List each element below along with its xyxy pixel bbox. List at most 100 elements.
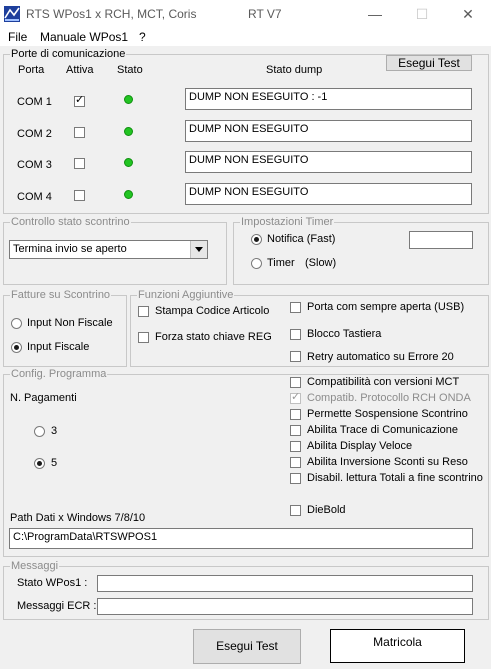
diebold-checkbox[interactable] xyxy=(290,505,301,516)
menu-bar: File Manuale WPos1 ? xyxy=(0,29,491,46)
port-active-checkbox-com4[interactable] xyxy=(74,190,85,201)
input-non-fiscal-label: Input Non Fiscale xyxy=(27,317,113,329)
opt-trace-checkbox[interactable] xyxy=(290,425,301,436)
opt-display-checkbox[interactable] xyxy=(290,441,301,452)
dump-text-com2: DUMP NON ESEGUITO xyxy=(189,123,309,135)
col-header-port: Porta xyxy=(18,64,45,76)
opt-display-label: Abilita Display Veloce xyxy=(307,440,413,452)
opt-mct-checkbox[interactable] xyxy=(290,377,301,388)
opt-inversione-label: Abilita Inversione Sconti su Reso xyxy=(307,456,468,468)
maximize-button[interactable]: ☐ xyxy=(399,0,445,29)
dump-field-com3[interactable]: DUMP NON ESEGUITO xyxy=(185,151,472,173)
close-button[interactable]: ✕ xyxy=(445,0,491,29)
port-name-com2: COM 2 xyxy=(17,128,52,140)
forza-stato-label: Forza stato chiave REG xyxy=(155,331,272,343)
path-label: Path Dati x Windows 7/8/10 xyxy=(10,512,146,524)
menu-file[interactable]: File xyxy=(8,30,27,44)
payments-3-label: 3 xyxy=(51,425,58,437)
invoices-legend: Fatture su Scontrino xyxy=(10,289,112,301)
stampa-codice-label: Stampa Codice Articolo xyxy=(155,305,270,317)
path-input[interactable]: C:\ProgramData\RTSWPOS1 xyxy=(9,528,473,549)
messages-legend: Messaggi xyxy=(10,560,60,572)
status-wpos-field[interactable] xyxy=(97,575,473,592)
minimize-button[interactable]: — xyxy=(352,0,398,29)
ports-legend: Porte di comunicazione xyxy=(10,48,127,60)
dump-field-com1[interactable]: DUMP NON ESEGUITO : -1 xyxy=(185,88,472,110)
window-title: RTS WPos1 x RCH, MCT, Coris xyxy=(26,7,197,21)
opt-totali-checkbox[interactable] xyxy=(290,473,301,484)
serial-number-box: Matricola xyxy=(330,629,465,663)
messages-ecr-label: Messaggi ECR : xyxy=(17,600,97,612)
serial-number-label: Matricola xyxy=(373,635,422,649)
timer-value-input[interactable] xyxy=(409,231,473,249)
timer-slow-suffix: (Slow) xyxy=(305,257,337,269)
retry-label: Retry automatico su Errore 20 xyxy=(307,351,454,363)
chevron-down-icon xyxy=(195,247,203,252)
porta-aperta-checkbox[interactable] xyxy=(290,302,301,313)
payments-label: N. Pagamenti xyxy=(10,392,77,404)
timer-fast-radio[interactable] xyxy=(251,234,262,245)
status-led-com1 xyxy=(124,95,133,104)
status-led-com3 xyxy=(124,158,133,167)
port-name-com3: COM 3 xyxy=(17,159,52,171)
status-led-com4 xyxy=(124,190,133,199)
config-legend: Config. Programma xyxy=(10,368,108,380)
maximize-icon: ☐ xyxy=(415,6,429,22)
app-logo-icon xyxy=(4,6,20,22)
title-bar: RTS WPos1 x RCH, MCT, Coris RT V7 — ☐ ✕ xyxy=(0,0,491,29)
opt-sospensione-label: Permette Sospensione Scontrino xyxy=(307,408,468,420)
opt-inversione-checkbox[interactable] xyxy=(290,457,301,468)
col-header-active: Attiva xyxy=(66,64,94,76)
receipt-control-legend: Controllo stato scontrino xyxy=(10,216,131,228)
window-version: RT V7 xyxy=(248,7,282,21)
status-wpos-label: Stato WPos1 : xyxy=(17,577,88,589)
messages-ecr-field[interactable] xyxy=(97,598,473,615)
ports-test-button[interactable]: Esegui Test xyxy=(386,55,472,71)
menu-manual[interactable]: Manuale WPos1 xyxy=(40,30,128,44)
col-header-dump: Stato dump xyxy=(266,64,323,76)
stampa-codice-checkbox[interactable] xyxy=(138,306,149,317)
port-active-checkbox-com1[interactable] xyxy=(74,94,85,107)
timer-fast-label: Notifica (Fast) xyxy=(267,233,336,245)
blocco-tastiera-checkbox[interactable] xyxy=(290,329,301,340)
retry-checkbox[interactable] xyxy=(290,351,301,362)
input-non-fiscal-radio[interactable] xyxy=(11,318,22,329)
receipt-control-select[interactable]: Termina invio se aperto xyxy=(9,240,208,259)
receipt-control-value: Termina invio se aperto xyxy=(13,243,127,255)
menu-help[interactable]: ? xyxy=(139,30,146,44)
forza-stato-checkbox[interactable] xyxy=(138,332,149,343)
payments-5-radio[interactable] xyxy=(34,458,45,469)
minimize-icon: — xyxy=(368,6,382,22)
port-name-com4: COM 4 xyxy=(17,191,52,203)
path-value: C:\ProgramData\RTSWPOS1 xyxy=(13,531,158,543)
dump-text-com3: DUMP NON ESEGUITO xyxy=(189,154,309,166)
payments-3-radio[interactable] xyxy=(34,426,45,437)
footer-test-button[interactable]: Esegui Test xyxy=(193,629,301,664)
port-name-com1: COM 1 xyxy=(17,96,52,108)
dump-field-com2[interactable]: DUMP NON ESEGUITO xyxy=(185,120,472,142)
port-active-checkbox-com2[interactable] xyxy=(74,127,85,138)
port-active-checkbox-com3[interactable] xyxy=(74,158,85,169)
invoices-group xyxy=(3,295,127,367)
timer-slow-radio[interactable] xyxy=(251,258,262,269)
dropdown-button[interactable] xyxy=(190,241,207,258)
dump-text-com1: DUMP NON ESEGUITO : -1 xyxy=(189,91,328,103)
timer-slow-label: Timer xyxy=(267,257,295,269)
opt-trace-label: Abilita Trace di Comunicazione xyxy=(307,424,459,436)
payments-5-label: 5 xyxy=(51,457,58,469)
opt-totali-label: Disabil. lettura Totali a fine scontrino xyxy=(307,472,483,484)
status-led-com2 xyxy=(124,127,133,136)
opt-sospensione-checkbox[interactable] xyxy=(290,409,301,420)
close-icon: ✕ xyxy=(462,6,474,22)
opt-mct-label: Compatibilità con versioni MCT xyxy=(307,376,460,388)
input-fiscal-label: Input Fiscale xyxy=(27,341,90,353)
col-header-status: Stato xyxy=(117,64,143,76)
dump-field-com4[interactable]: DUMP NON ESEGUITO xyxy=(185,183,472,205)
opt-rch-onda-label: Compatib. Protocollo RCH ONDA xyxy=(307,392,471,404)
opt-rch-onda-checkbox[interactable] xyxy=(290,391,301,404)
input-fiscal-radio[interactable] xyxy=(11,342,22,353)
blocco-tastiera-label: Blocco Tastiera xyxy=(307,328,382,340)
porta-aperta-label: Porta com sempre aperta (USB) xyxy=(307,301,465,313)
timer-legend: Impostazioni Timer xyxy=(240,216,335,228)
diebold-label: DieBold xyxy=(307,504,346,516)
